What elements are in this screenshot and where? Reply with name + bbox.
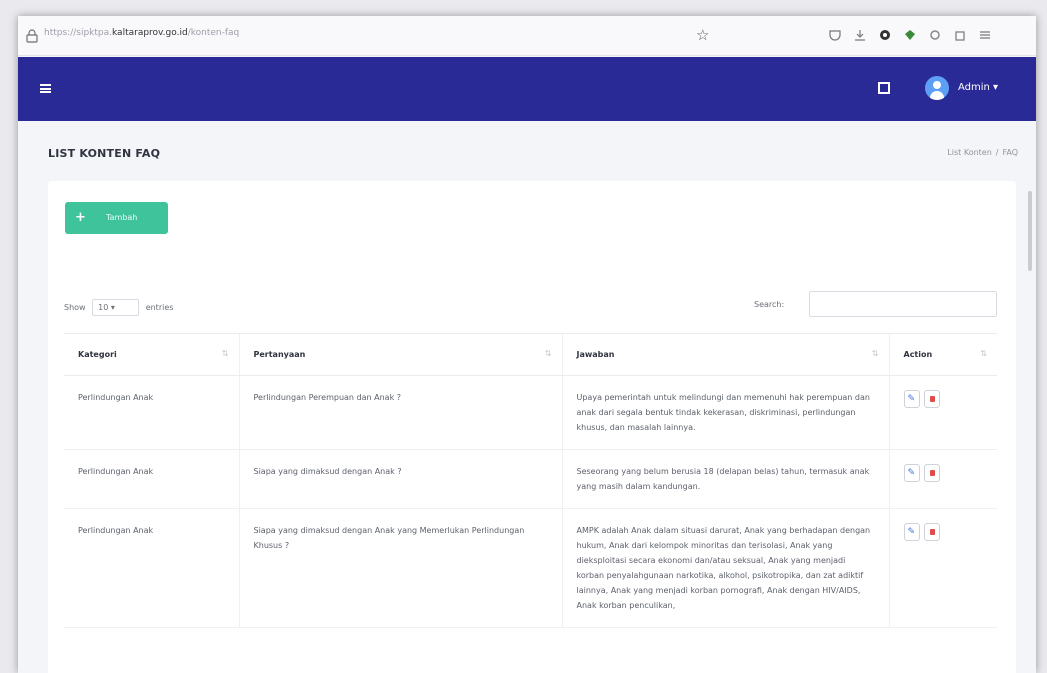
search-label: Search: <box>754 300 785 309</box>
app-navbar: Admin ▾ <box>18 57 1036 121</box>
extension-gear-icon[interactable] <box>928 28 942 42</box>
sidebar-toggle-icon[interactable] <box>40 84 51 93</box>
sort-icon: ⇅ <box>980 349 987 358</box>
page-scrollbar[interactable] <box>1028 191 1032 271</box>
table-row: Perlindungan Anak Perlindungan Perempuan… <box>64 375 997 450</box>
content-card: + Tambah Show 10 ▾ entries Search: Kateg… <box>48 181 1016 673</box>
entries-label: entries <box>145 303 174 312</box>
cell-jawaban: Seseorang yang belum berusia 18 (delapan… <box>561 449 889 509</box>
breadcrumb-item-list-konten[interactable]: List Konten <box>947 148 991 157</box>
breadcrumb: List Konten / FAQ <box>947 148 1018 157</box>
page-title: LIST KONTEN FAQ <box>48 147 161 160</box>
breadcrumb-item-faq: FAQ <box>1002 148 1019 157</box>
table-header-row: Kategori ⇅ Pertanyaan ⇅ Jawaban ⇅ Action ⇅ <box>64 333 997 376</box>
cell-action <box>888 449 997 509</box>
extensions-icon[interactable] <box>953 28 967 42</box>
plus-icon: + <box>75 210 86 225</box>
table-row: Perlindungan Anak Siapa yang dimaksud de… <box>64 508 997 628</box>
cell-action <box>888 375 997 450</box>
cell-pertanyaan: Perlindungan Perempuan dan Anak ? <box>238 375 562 450</box>
user-menu[interactable]: Admin ▾ <box>958 82 998 93</box>
extension-puzzle-green-icon[interactable] <box>903 28 917 42</box>
delete-icon[interactable] <box>923 464 940 482</box>
column-header-kategori[interactable]: Kategori ⇅ <box>64 333 239 376</box>
cell-action <box>888 508 997 628</box>
column-header-pertanyaan[interactable]: Pertanyaan ⇅ <box>238 333 562 376</box>
table-row: Perlindungan Anak Siapa yang dimaksud de… <box>64 449 997 509</box>
entries-length-control: Show 10 ▾ entries <box>64 299 173 316</box>
menu-icon[interactable] <box>978 28 992 42</box>
browser-toolbar: https://sipktpa.kaltaraprov.go.id/konten… <box>18 16 1036 56</box>
entries-select[interactable]: 10 ▾ <box>92 299 140 316</box>
cell-pertanyaan: Siapa yang dimaksud dengan Anak ? <box>238 449 562 509</box>
column-header-jawaban[interactable]: Jawaban ⇅ <box>561 333 889 376</box>
edit-icon[interactable] <box>903 390 920 408</box>
search-input[interactable] <box>809 291 997 317</box>
extension-circle-icon[interactable] <box>878 28 892 42</box>
bookmark-star-icon[interactable]: ☆ <box>696 26 709 44</box>
faq-table: Kategori ⇅ Pertanyaan ⇅ Jawaban ⇅ Action ⇅ P… <box>64 333 997 628</box>
add-button-label: Tambah <box>106 213 138 222</box>
delete-icon[interactable] <box>923 523 940 541</box>
edit-icon[interactable] <box>903 523 920 541</box>
user-name: Admin <box>958 82 990 93</box>
url-domain: kaltaraprov.go.id <box>112 28 188 38</box>
column-header-action[interactable]: Action ⇅ <box>888 333 997 376</box>
avatar[interactable] <box>925 76 949 100</box>
delete-icon[interactable] <box>923 390 940 408</box>
fullscreen-icon[interactable] <box>878 82 890 94</box>
entries-select-value: 10 <box>98 303 109 312</box>
url-prefix: https://sipktpa. <box>44 28 112 38</box>
cell-kategori: Perlindungan Anak <box>64 449 239 509</box>
url-path: /konten-faq <box>187 28 240 38</box>
browser-window: https://sipktpa.kaltaraprov.go.id/konten… <box>18 16 1036 673</box>
sort-icon: ⇅ <box>871 349 879 358</box>
cell-jawaban: AMPK adalah Anak dalam situasi darurat, … <box>561 508 889 628</box>
show-label: Show <box>64 303 86 312</box>
pocket-icon[interactable] <box>828 28 842 42</box>
lock-icon <box>26 29 38 43</box>
sort-icon: ⇅ <box>221 349 229 358</box>
sort-icon: ⇅ <box>544 349 552 358</box>
cell-pertanyaan: Siapa yang dimaksud dengan Anak yang Mem… <box>238 508 562 628</box>
add-button[interactable]: + Tambah <box>65 202 168 234</box>
cell-jawaban: Upaya pemerintah untuk melindungi dan me… <box>561 375 889 450</box>
cell-kategori: Perlindungan Anak <box>64 375 239 450</box>
edit-icon[interactable] <box>903 464 920 482</box>
address-bar[interactable]: https://sipktpa.kaltaraprov.go.id/konten… <box>44 28 239 38</box>
download-icon[interactable] <box>853 28 867 42</box>
cell-kategori: Perlindungan Anak <box>64 508 239 628</box>
